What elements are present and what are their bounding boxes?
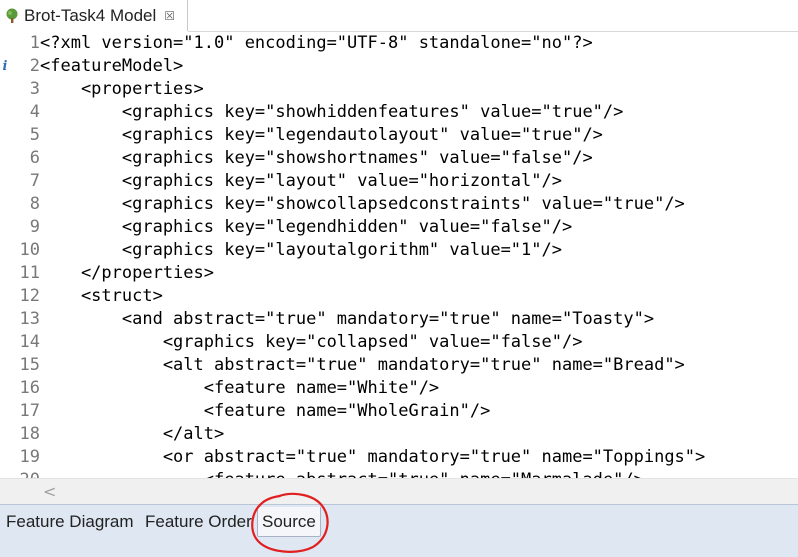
code-line[interactable]: 8 <graphics key="showcollapsedconstraint… [0, 193, 798, 216]
line-number: 3 [29, 79, 40, 99]
line-number: 4 [29, 102, 40, 122]
tab-source[interactable]: Source [257, 507, 321, 537]
code-line[interactable]: 5 <graphics key="legendautolayout" value… [0, 124, 798, 147]
code-text: <alt abstract="true" mandatory="true" na… [40, 355, 685, 375]
line-number: 7 [29, 171, 40, 191]
line-number: 1 [29, 33, 40, 53]
editor-tab-bar: Brot-Task4 Model ☒ [0, 0, 798, 32]
line-number: 14 [19, 332, 40, 352]
code-line[interactable]: 14 <graphics key="collapsed" value="fals… [0, 331, 798, 354]
code-text: <graphics key="layout" value="horizontal… [40, 171, 562, 191]
code-line[interactable]: 11 </properties> [0, 262, 798, 285]
code-text: <graphics key="legendhidden" value="fals… [40, 217, 573, 237]
code-text: <or abstract="true" mandatory="true" nam… [40, 447, 706, 467]
line-number: 2 [29, 56, 40, 76]
tree-icon [4, 8, 20, 24]
code-line[interactable]: 17 <feature name="WholeGrain"/> [0, 400, 798, 423]
code-line[interactable]: 6 <graphics key="showshortnames" value="… [0, 147, 798, 170]
code-line[interactable]: 13 <and abstract="true" mandatory="true"… [0, 308, 798, 331]
code-line[interactable]: 1 <?xml version="1.0" encoding="UTF-8" st… [0, 32, 798, 55]
code-line[interactable]: 16 <feature name="White"/> [0, 377, 798, 400]
line-number: 8 [29, 194, 40, 214]
line-number: 12 [19, 286, 40, 306]
code-text: <feature abstract="true" name="Marmalade… [40, 469, 644, 478]
code-line[interactable]: 19 <or abstract="true" mandatory="true" … [0, 446, 798, 469]
tab-feature-diagram[interactable]: Feature Diagram [2, 507, 142, 537]
code-line[interactable]: 20 <feature abstract="true" name="Marmal… [0, 469, 798, 478]
code-text: <graphics key="collapsed" value="false"/… [40, 332, 583, 352]
editor-tab[interactable]: Brot-Task4 Model ☒ [0, 0, 188, 31]
source-editor[interactable]: 1 <?xml version="1.0" encoding="UTF-8" st… [0, 32, 798, 478]
line-number: 13 [19, 309, 40, 329]
line-number: 20 [20, 469, 40, 478]
code-text: <struct> [40, 286, 163, 306]
code-text: <feature name="White"/> [40, 378, 440, 398]
code-line[interactable]: 18 </alt> [0, 423, 798, 446]
code-text: <properties> [40, 79, 204, 99]
editor-page-tabs: Feature Diagram Feature Order Source [0, 504, 798, 557]
code-line[interactable]: 7 <graphics key="layout" value="horizont… [0, 170, 798, 193]
code-text: <feature name="WholeGrain"/> [40, 401, 491, 421]
line-number: 17 [19, 401, 40, 421]
code-text: <and abstract="true" mandatory="true" na… [40, 309, 655, 329]
code-text: <graphics key="showcollapsedconstraints"… [40, 194, 685, 214]
line-number: 19 [19, 447, 40, 467]
code-text: <graphics key="showshortnames" value="fa… [40, 148, 593, 168]
code-line[interactable]: 3 <properties> [0, 78, 798, 101]
code-line[interactable]: 12 <struct> [0, 285, 798, 308]
code-line[interactable]: 15 <alt abstract="true" mandatory="true"… [0, 354, 798, 377]
info-marker-icon[interactable]: i [0, 55, 10, 78]
code-text: <?xml version="1.0" encoding="UTF-8" sta… [40, 33, 593, 53]
scroll-left-arrow-icon[interactable]: < [43, 482, 56, 501]
code-text: <featureModel> [40, 56, 184, 76]
line-number: 16 [19, 378, 40, 398]
line-number: 15 [19, 355, 40, 375]
code-line[interactable]: 10 <graphics key="layoutalgorithm" value… [0, 239, 798, 262]
code-text: <graphics key="showhiddenfeatures" value… [40, 102, 624, 122]
line-number: 5 [29, 125, 40, 145]
code-text: </properties> [40, 263, 214, 283]
line-number: 11 [19, 263, 40, 283]
close-icon[interactable]: ☒ [164, 10, 175, 22]
code-text: <graphics key="layoutalgorithm" value="1… [40, 240, 562, 260]
tab-feature-order[interactable]: Feature Order [141, 507, 257, 537]
horizontal-scrollbar[interactable]: < [0, 478, 798, 505]
line-number: 6 [29, 148, 40, 168]
code-text: </alt> [40, 424, 225, 444]
line-number: 9 [29, 217, 40, 237]
code-line[interactable]: 4 <graphics key="showhiddenfeatures" val… [0, 101, 798, 124]
code-line[interactable]: i 2 <featureModel> [0, 55, 798, 78]
code-line[interactable]: 9 <graphics key="legendhidden" value="fa… [0, 216, 798, 239]
line-number: 18 [19, 424, 40, 444]
line-number: 10 [19, 240, 40, 260]
code-text: <graphics key="legendautolayout" value="… [40, 125, 603, 145]
editor-tab-title: Brot-Task4 Model [24, 5, 157, 25]
